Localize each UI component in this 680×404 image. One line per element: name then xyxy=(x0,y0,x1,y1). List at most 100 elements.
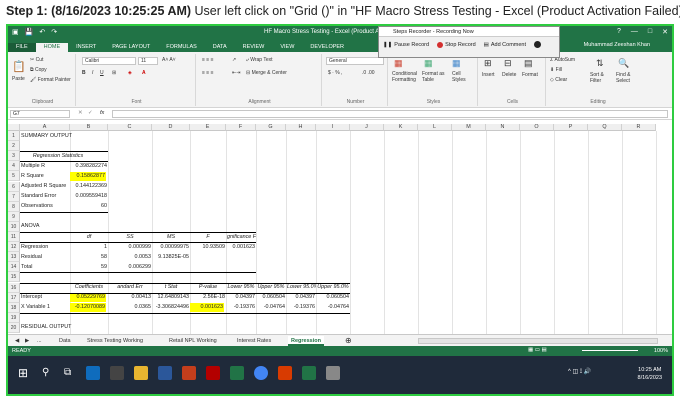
row-header-4[interactable]: 4 xyxy=(8,161,20,172)
cell-d12[interactable]: 0.00099975 xyxy=(152,243,190,252)
cell-h18[interactable]: -0.19376 xyxy=(286,303,316,312)
row-header-20[interactable]: 20 xyxy=(8,322,20,333)
system-clock[interactable]: 10:25 AM 8/16/2023 xyxy=(638,366,662,382)
cell-b6[interactable]: 0.144122369 xyxy=(70,182,108,191)
format-as-table-label[interactable]: Format as Table xyxy=(422,71,450,83)
sort-filter-icon[interactable]: ⇅ xyxy=(596,58,604,69)
cell-styles-icon[interactable]: ▦ xyxy=(452,58,461,69)
formula-input[interactable] xyxy=(112,110,668,118)
tab-review[interactable]: REVIEW xyxy=(235,43,273,52)
cell-b12[interactable]: 1 xyxy=(70,243,108,252)
column-header-g[interactable]: G xyxy=(256,124,286,131)
format-as-table-icon[interactable]: ▦ xyxy=(424,58,433,69)
cell-i16[interactable]: Upper 95.0% xyxy=(316,283,350,292)
sheet-more-button[interactable]: ... xyxy=(34,336,45,346)
cell-e12[interactable]: 10.93509 xyxy=(190,243,226,252)
column-header-j[interactable]: J xyxy=(350,124,384,131)
column-header-l[interactable]: L xyxy=(418,124,452,131)
indent-icon[interactable]: ⇤⇥ xyxy=(232,70,240,76)
column-header-p[interactable]: P xyxy=(554,124,588,131)
name-box[interactable]: G7 xyxy=(10,110,70,118)
file-explorer-icon[interactable] xyxy=(134,366,148,380)
currency-icon[interactable]: $ · % , xyxy=(328,70,342,76)
font-color-icon[interactable]: A xyxy=(142,70,146,76)
row-header-17[interactable]: 17 xyxy=(8,292,20,303)
cell-c13[interactable]: 0.0053 xyxy=(108,253,152,262)
cell-c18[interactable]: 0.0365 xyxy=(108,303,152,312)
media-icon[interactable] xyxy=(110,366,124,380)
cell-g18[interactable]: -0.04764 xyxy=(256,303,286,312)
copy-button[interactable]: ⧉ Copy xyxy=(30,67,47,73)
sheet-tab-retail-npl-working[interactable]: Retail NPL Working xyxy=(166,336,220,346)
column-header-c[interactable]: C xyxy=(108,124,152,131)
column-header-k[interactable]: K xyxy=(384,124,418,131)
excel-taskbar-icon[interactable] xyxy=(230,366,244,380)
underline-icon[interactable]: U xyxy=(100,70,104,76)
cell-b13[interactable]: 58 xyxy=(70,253,108,262)
cell-f17[interactable]: 0.04397 xyxy=(226,293,256,302)
excel-active-icon[interactable] xyxy=(302,366,316,380)
sheet-tab-stress-testing-working[interactable]: Stress Testing Working xyxy=(84,336,146,346)
save-icon[interactable]: 💾 xyxy=(25,28,34,36)
cell-styles-label[interactable]: Cell Styles xyxy=(452,71,474,83)
chrome-icon[interactable] xyxy=(254,366,268,380)
cell-f11[interactable]: gnificance F xyxy=(226,233,256,242)
tray-icons[interactable]: ^ ◫ ⟟ 🔊 xyxy=(568,368,591,376)
sheet-tab-interest-rates[interactable]: Interest Rates xyxy=(234,336,274,346)
sheet-next-button[interactable]: ▶ xyxy=(22,336,32,346)
insert-cells-label[interactable]: Insert xyxy=(482,72,495,78)
font-name-select[interactable]: Calibri xyxy=(82,57,136,65)
cell-c12[interactable]: 0.000999 xyxy=(108,243,152,252)
align-left-icon[interactable]: ≡ ≡ ≡ xyxy=(202,70,214,76)
row-header-6[interactable]: 6 xyxy=(8,181,20,192)
close-button[interactable]: ✕ xyxy=(662,28,668,36)
merge-center-button[interactable]: ⊟ Merge & Center xyxy=(246,70,287,76)
cell-b14[interactable]: 59 xyxy=(70,263,108,272)
cell-d18[interactable]: -3.306824496 xyxy=(152,303,190,312)
column-header-m[interactable]: M xyxy=(452,124,486,131)
cell-e17[interactable]: 2.56E-18 xyxy=(190,293,226,302)
italic-icon[interactable]: I xyxy=(92,70,93,76)
row-header-18[interactable]: 18 xyxy=(8,302,20,313)
zoom-slider[interactable] xyxy=(582,350,638,351)
delete-cells-label[interactable]: Delete xyxy=(502,72,516,78)
minimize-button[interactable]: — xyxy=(631,28,638,36)
cell-f12[interactable]: 0.001623 xyxy=(226,243,256,252)
format-cells-label[interactable]: Format xyxy=(522,72,538,78)
paste-label[interactable]: Paste xyxy=(12,76,25,82)
cut-button[interactable]: ✂ Cut xyxy=(30,57,43,63)
insert-cells-icon[interactable]: ⊞ xyxy=(484,58,492,69)
enter-formula-icon[interactable]: ✓ xyxy=(88,110,93,116)
fill-color-icon[interactable]: ◈ xyxy=(128,70,132,76)
undo-icon[interactable]: ↶ xyxy=(39,28,45,36)
cell-c17[interactable]: 0.00413 xyxy=(108,293,152,302)
redo-icon[interactable]: ↷ xyxy=(51,28,57,36)
decimal-icon[interactable]: .0 .00 xyxy=(362,70,375,76)
tab-file[interactable]: FILE xyxy=(8,43,36,52)
borders-icon[interactable]: ⊞ xyxy=(112,70,116,76)
cell-b17[interactable]: 0.05229769 xyxy=(70,293,106,303)
outlook-icon[interactable] xyxy=(86,366,100,380)
cell-e11[interactable]: F xyxy=(190,233,226,242)
pause-record-button[interactable]: ❚❚ Pause Record xyxy=(383,42,429,48)
column-header-o[interactable]: O xyxy=(520,124,554,131)
tab-data[interactable]: DATA xyxy=(205,43,235,52)
tab-insert[interactable]: INSERT xyxy=(68,43,104,52)
cell-b18[interactable]: -0.12070089 xyxy=(70,303,106,313)
cell-f18[interactable]: -0.19376 xyxy=(226,303,256,312)
column-header-h[interactable]: H xyxy=(286,124,316,131)
cell-b11[interactable]: df xyxy=(70,233,108,242)
cell-c14[interactable]: 0.006299 xyxy=(108,263,152,272)
clear-button[interactable]: ◇ Clear xyxy=(550,77,567,83)
cell-e18[interactable]: 0.001623 xyxy=(190,303,224,313)
powerpoint-icon[interactable] xyxy=(182,366,196,380)
row-header-9[interactable]: 9 xyxy=(8,211,20,222)
tab-home[interactable]: HOME xyxy=(35,43,69,52)
help-button[interactable]: ? xyxy=(617,28,621,36)
add-comment-button[interactable]: ▤ Add Comment xyxy=(484,42,526,48)
bold-icon[interactable]: B xyxy=(82,70,86,76)
sheet-tab-data[interactable]: Data xyxy=(56,336,74,346)
app-icon[interactable] xyxy=(206,366,220,380)
row-header-10[interactable]: 10 xyxy=(8,221,20,232)
cell-g17[interactable]: 0.060504 xyxy=(256,293,286,302)
